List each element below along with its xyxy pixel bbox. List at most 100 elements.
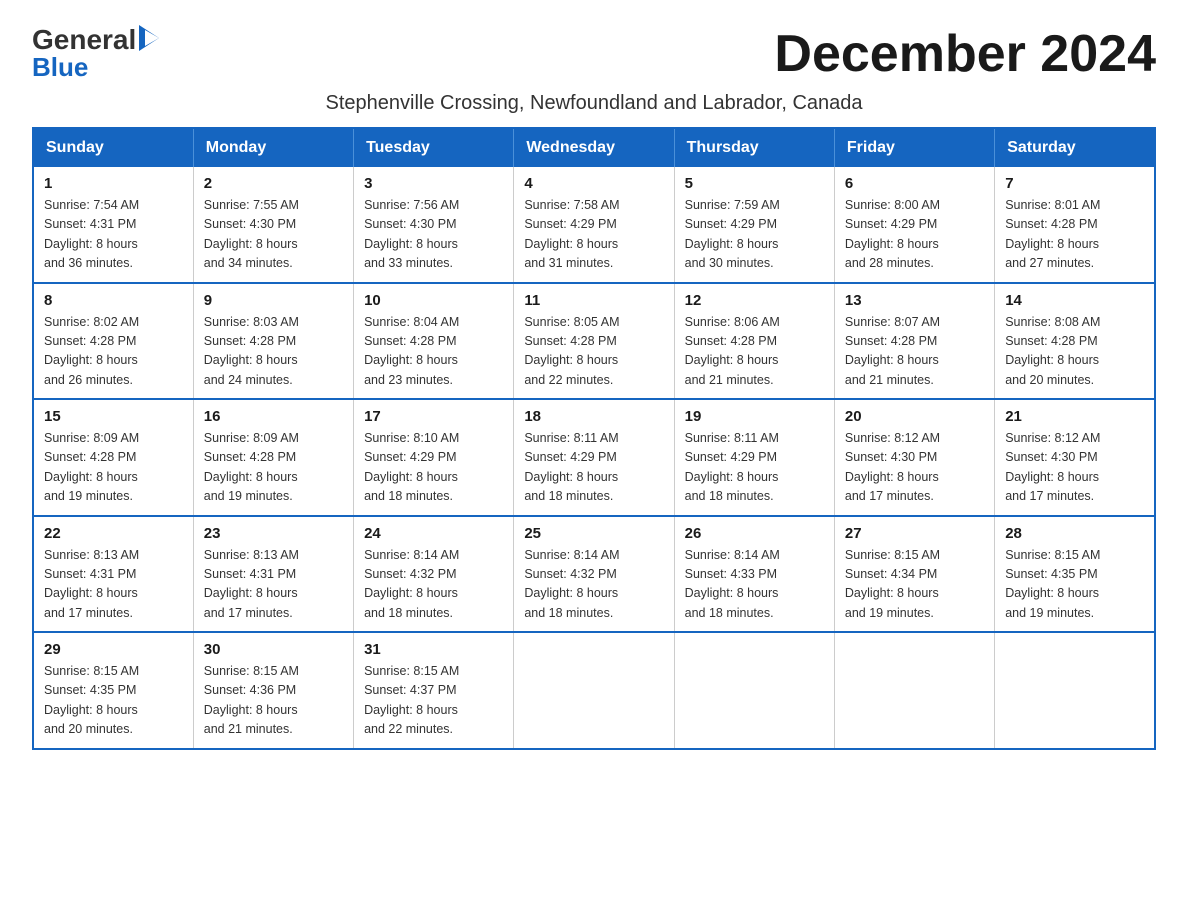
day-number: 2 xyxy=(204,175,343,192)
day-info: Sunrise: 8:04 AM Sunset: 4:28 PM Dayligh… xyxy=(364,313,503,391)
day-number: 15 xyxy=(44,408,183,425)
calendar-cell: 16 Sunrise: 8:09 AM Sunset: 4:28 PM Dayl… xyxy=(193,399,353,516)
header: General Blue December 2024 xyxy=(32,24,1156,84)
day-number: 3 xyxy=(364,175,503,192)
day-number: 9 xyxy=(204,292,343,309)
day-number: 21 xyxy=(1005,408,1144,425)
day-info: Sunrise: 8:13 AM Sunset: 4:31 PM Dayligh… xyxy=(204,546,343,624)
day-info: Sunrise: 8:00 AM Sunset: 4:29 PM Dayligh… xyxy=(845,196,984,274)
day-number: 22 xyxy=(44,525,183,542)
calendar-cell: 31 Sunrise: 8:15 AM Sunset: 4:37 PM Dayl… xyxy=(354,632,514,749)
calendar-cell xyxy=(514,632,674,749)
day-number: 25 xyxy=(524,525,663,542)
day-number: 19 xyxy=(685,408,824,425)
day-info: Sunrise: 8:01 AM Sunset: 4:28 PM Dayligh… xyxy=(1005,196,1144,274)
calendar-cell: 29 Sunrise: 8:15 AM Sunset: 4:35 PM Dayl… xyxy=(33,632,193,749)
calendar-header-row: Sunday Monday Tuesday Wednesday Thursday… xyxy=(33,128,1155,167)
day-info: Sunrise: 8:02 AM Sunset: 4:28 PM Dayligh… xyxy=(44,313,183,391)
day-info: Sunrise: 8:15 AM Sunset: 4:35 PM Dayligh… xyxy=(44,662,183,740)
day-number: 6 xyxy=(845,175,984,192)
day-number: 27 xyxy=(845,525,984,542)
calendar-cell: 4 Sunrise: 7:58 AM Sunset: 4:29 PM Dayli… xyxy=(514,167,674,283)
calendar-week-1: 1 Sunrise: 7:54 AM Sunset: 4:31 PM Dayli… xyxy=(33,167,1155,283)
day-info: Sunrise: 8:03 AM Sunset: 4:28 PM Dayligh… xyxy=(204,313,343,391)
calendar-cell: 6 Sunrise: 8:00 AM Sunset: 4:29 PM Dayli… xyxy=(834,167,994,283)
day-number: 31 xyxy=(364,641,503,658)
day-info: Sunrise: 8:07 AM Sunset: 4:28 PM Dayligh… xyxy=(845,313,984,391)
day-info: Sunrise: 8:15 AM Sunset: 4:36 PM Dayligh… xyxy=(204,662,343,740)
page-container: General Blue December 2024 Stephenville … xyxy=(32,24,1156,750)
calendar-cell: 12 Sunrise: 8:06 AM Sunset: 4:28 PM Dayl… xyxy=(674,283,834,400)
day-info: Sunrise: 8:09 AM Sunset: 4:28 PM Dayligh… xyxy=(44,429,183,507)
day-info: Sunrise: 7:55 AM Sunset: 4:30 PM Dayligh… xyxy=(204,196,343,274)
calendar-cell: 3 Sunrise: 7:56 AM Sunset: 4:30 PM Dayli… xyxy=(354,167,514,283)
day-number: 12 xyxy=(685,292,824,309)
day-info: Sunrise: 8:05 AM Sunset: 4:28 PM Dayligh… xyxy=(524,313,663,391)
day-number: 1 xyxy=(44,175,183,192)
calendar-subtitle: Stephenville Crossing, Newfoundland and … xyxy=(32,92,1156,115)
col-sunday: Sunday xyxy=(33,128,193,167)
day-number: 8 xyxy=(44,292,183,309)
day-info: Sunrise: 8:14 AM Sunset: 4:33 PM Dayligh… xyxy=(685,546,824,624)
day-number: 30 xyxy=(204,641,343,658)
calendar-cell: 18 Sunrise: 8:11 AM Sunset: 4:29 PM Dayl… xyxy=(514,399,674,516)
calendar-cell: 30 Sunrise: 8:15 AM Sunset: 4:36 PM Dayl… xyxy=(193,632,353,749)
day-info: Sunrise: 7:56 AM Sunset: 4:30 PM Dayligh… xyxy=(364,196,503,274)
day-info: Sunrise: 8:12 AM Sunset: 4:30 PM Dayligh… xyxy=(845,429,984,507)
calendar-cell: 20 Sunrise: 8:12 AM Sunset: 4:30 PM Dayl… xyxy=(834,399,994,516)
calendar-cell xyxy=(995,632,1155,749)
day-info: Sunrise: 8:12 AM Sunset: 4:30 PM Dayligh… xyxy=(1005,429,1144,507)
calendar-cell: 5 Sunrise: 7:59 AM Sunset: 4:29 PM Dayli… xyxy=(674,167,834,283)
calendar-cell: 9 Sunrise: 8:03 AM Sunset: 4:28 PM Dayli… xyxy=(193,283,353,400)
logo: General Blue xyxy=(32,24,161,83)
day-number: 4 xyxy=(524,175,663,192)
day-info: Sunrise: 8:15 AM Sunset: 4:34 PM Dayligh… xyxy=(845,546,984,624)
day-number: 17 xyxy=(364,408,503,425)
calendar-cell: 11 Sunrise: 8:05 AM Sunset: 4:28 PM Dayl… xyxy=(514,283,674,400)
calendar-cell: 14 Sunrise: 8:08 AM Sunset: 4:28 PM Dayl… xyxy=(995,283,1155,400)
calendar-cell: 7 Sunrise: 8:01 AM Sunset: 4:28 PM Dayli… xyxy=(995,167,1155,283)
col-saturday: Saturday xyxy=(995,128,1155,167)
calendar-cell: 25 Sunrise: 8:14 AM Sunset: 4:32 PM Dayl… xyxy=(514,516,674,633)
calendar-cell: 26 Sunrise: 8:14 AM Sunset: 4:33 PM Dayl… xyxy=(674,516,834,633)
day-info: Sunrise: 8:14 AM Sunset: 4:32 PM Dayligh… xyxy=(524,546,663,624)
calendar-cell: 28 Sunrise: 8:15 AM Sunset: 4:35 PM Dayl… xyxy=(995,516,1155,633)
col-wednesday: Wednesday xyxy=(514,128,674,167)
col-monday: Monday xyxy=(193,128,353,167)
day-number: 23 xyxy=(204,525,343,542)
day-info: Sunrise: 8:08 AM Sunset: 4:28 PM Dayligh… xyxy=(1005,313,1144,391)
day-number: 29 xyxy=(44,641,183,658)
calendar-week-2: 8 Sunrise: 8:02 AM Sunset: 4:28 PM Dayli… xyxy=(33,283,1155,400)
col-tuesday: Tuesday xyxy=(354,128,514,167)
calendar-cell: 15 Sunrise: 8:09 AM Sunset: 4:28 PM Dayl… xyxy=(33,399,193,516)
day-number: 16 xyxy=(204,408,343,425)
calendar-week-5: 29 Sunrise: 8:15 AM Sunset: 4:35 PM Dayl… xyxy=(33,632,1155,749)
day-info: Sunrise: 8:14 AM Sunset: 4:32 PM Dayligh… xyxy=(364,546,503,624)
day-info: Sunrise: 7:58 AM Sunset: 4:29 PM Dayligh… xyxy=(524,196,663,274)
day-info: Sunrise: 8:09 AM Sunset: 4:28 PM Dayligh… xyxy=(204,429,343,507)
day-info: Sunrise: 7:54 AM Sunset: 4:31 PM Dayligh… xyxy=(44,196,183,274)
logo-triangle-icon xyxy=(139,25,159,51)
day-number: 5 xyxy=(685,175,824,192)
day-info: Sunrise: 8:10 AM Sunset: 4:29 PM Dayligh… xyxy=(364,429,503,507)
col-thursday: Thursday xyxy=(674,128,834,167)
calendar-cell: 1 Sunrise: 7:54 AM Sunset: 4:31 PM Dayli… xyxy=(33,167,193,283)
day-info: Sunrise: 8:15 AM Sunset: 4:37 PM Dayligh… xyxy=(364,662,503,740)
calendar-cell: 22 Sunrise: 8:13 AM Sunset: 4:31 PM Dayl… xyxy=(33,516,193,633)
calendar-cell: 21 Sunrise: 8:12 AM Sunset: 4:30 PM Dayl… xyxy=(995,399,1155,516)
day-number: 13 xyxy=(845,292,984,309)
calendar-cell: 10 Sunrise: 8:04 AM Sunset: 4:28 PM Dayl… xyxy=(354,283,514,400)
day-number: 7 xyxy=(1005,175,1144,192)
day-number: 14 xyxy=(1005,292,1144,309)
calendar-cell xyxy=(674,632,834,749)
calendar-cell: 17 Sunrise: 8:10 AM Sunset: 4:29 PM Dayl… xyxy=(354,399,514,516)
day-info: Sunrise: 8:11 AM Sunset: 4:29 PM Dayligh… xyxy=(685,429,824,507)
calendar-cell: 19 Sunrise: 8:11 AM Sunset: 4:29 PM Dayl… xyxy=(674,399,834,516)
day-number: 20 xyxy=(845,408,984,425)
month-title: December 2024 xyxy=(774,24,1156,84)
day-info: Sunrise: 8:11 AM Sunset: 4:29 PM Dayligh… xyxy=(524,429,663,507)
calendar-cell: 24 Sunrise: 8:14 AM Sunset: 4:32 PM Dayl… xyxy=(354,516,514,633)
col-friday: Friday xyxy=(834,128,994,167)
logo-blue: Blue xyxy=(32,52,161,83)
calendar-cell: 23 Sunrise: 8:13 AM Sunset: 4:31 PM Dayl… xyxy=(193,516,353,633)
